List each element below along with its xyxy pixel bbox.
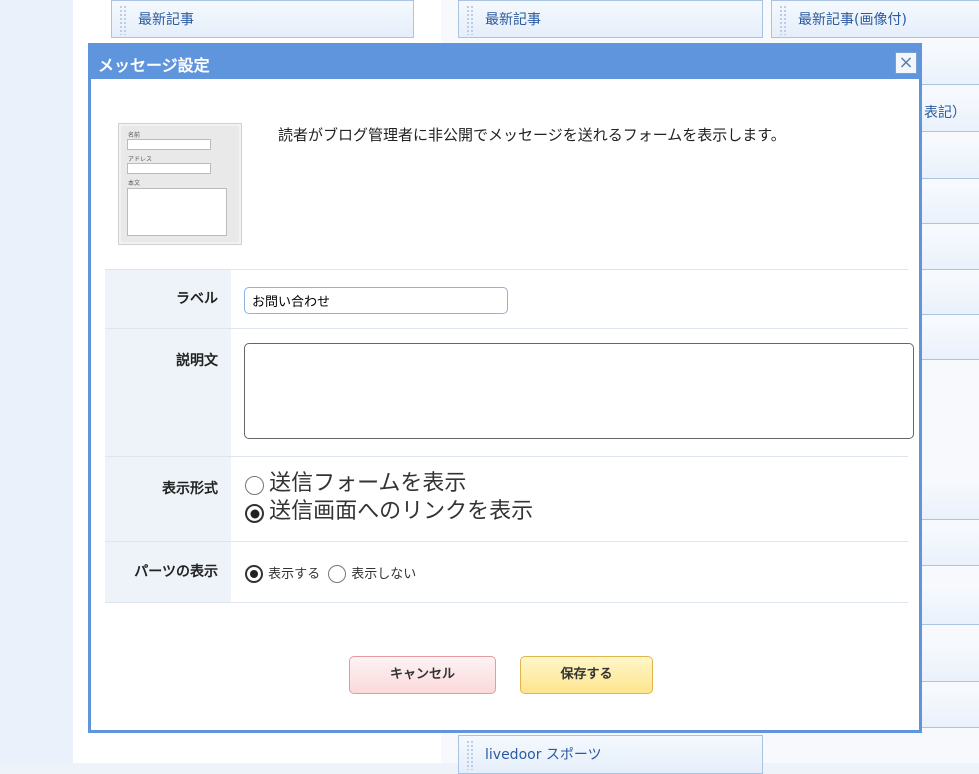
dialog-header: メッセージ設定 × — [91, 46, 919, 79]
background-part-stub[interactable] — [922, 480, 979, 520]
label-header: ラベル — [105, 270, 231, 329]
radio-option-send-form[interactable]: 送信フォームを表示 — [245, 470, 466, 498]
preview-body-label: 本文 — [128, 180, 141, 187]
background-part-stub[interactable] — [922, 139, 979, 179]
background-part-stub[interactable] — [922, 45, 979, 85]
preview-address-label: アドレス — [128, 156, 153, 163]
background-part-stub[interactable]: 表記） — [922, 92, 979, 132]
radio-button-hide[interactable] — [328, 564, 347, 583]
row-explanation: 説明文 — [105, 328, 914, 457]
row-display-format: 表示形式 送信フォームを表示 送信画面へのリンクを表示 — [105, 456, 908, 542]
background-part-stub[interactable] — [922, 585, 979, 625]
background-part-latest-articles-1[interactable]: 最新記事 — [111, 0, 414, 38]
save-button[interactable]: 保存する — [520, 656, 653, 694]
background-part-latest-articles-images[interactable]: 最新記事(画像付) — [771, 0, 979, 38]
radio-button-selected[interactable] — [245, 504, 264, 523]
explanation-textarea[interactable] — [244, 343, 914, 439]
label-input[interactable] — [244, 287, 508, 314]
background-part-stub[interactable] — [922, 320, 979, 360]
radio-button-unselected[interactable] — [245, 476, 264, 495]
cancel-button[interactable]: キャンセル — [349, 656, 496, 694]
radio-button-show[interactable] — [245, 564, 263, 583]
background-part-stub[interactable] — [922, 230, 979, 270]
background-part-livedoor-sports[interactable]: livedoor スポーツ — [458, 735, 763, 774]
form-preview-thumbnail: 名前 アドレス 本文 — [119, 124, 241, 244]
background-part-stub[interactable] — [922, 688, 979, 728]
preview-address-field — [127, 163, 211, 174]
parts-display-header: パーツの表示 — [105, 542, 231, 602]
background-part-stub[interactable] — [922, 275, 979, 315]
background-part-stub[interactable] — [922, 184, 979, 224]
dialog-description: 読者がブログ管理者に非公開でメッセージを送れるフォームを表示します。 — [278, 126, 786, 144]
background-part-stub[interactable] — [922, 642, 979, 682]
row-label: ラベル — [105, 269, 908, 329]
display-format-header: 表示形式 — [105, 457, 231, 542]
message-settings-dialog: メッセージ設定 × 名前 アドレス 本文 読者がブログ管理者に非公開でメッセージ… — [88, 43, 922, 733]
row-parts-display: パーツの表示 表示する 表示しない — [105, 541, 908, 603]
radio-option-link-screen[interactable]: 送信画面へのリンクを表示 — [245, 498, 533, 526]
drag-handle-icon[interactable] — [779, 5, 787, 35]
preview-name-field — [127, 139, 211, 150]
drag-handle-icon[interactable] — [466, 5, 474, 35]
background-part-stub[interactable] — [922, 526, 979, 566]
radio-group-parts-display: 表示する 表示しない — [245, 563, 416, 583]
drag-handle-icon[interactable] — [119, 5, 127, 35]
background-part-latest-articles-2[interactable]: 最新記事 — [458, 0, 763, 38]
preview-body-field — [127, 188, 227, 236]
dialog-title: メッセージ設定 — [98, 56, 210, 75]
page-left-margin — [0, 0, 73, 763]
radio-label-show[interactable]: 表示する — [268, 567, 320, 582]
explanation-header: 説明文 — [105, 329, 231, 457]
preview-name-label: 名前 — [128, 132, 141, 139]
radio-label-hide[interactable]: 表示しない — [351, 567, 416, 582]
drag-handle-icon[interactable] — [466, 740, 474, 770]
close-icon[interactable]: × — [895, 52, 917, 74]
